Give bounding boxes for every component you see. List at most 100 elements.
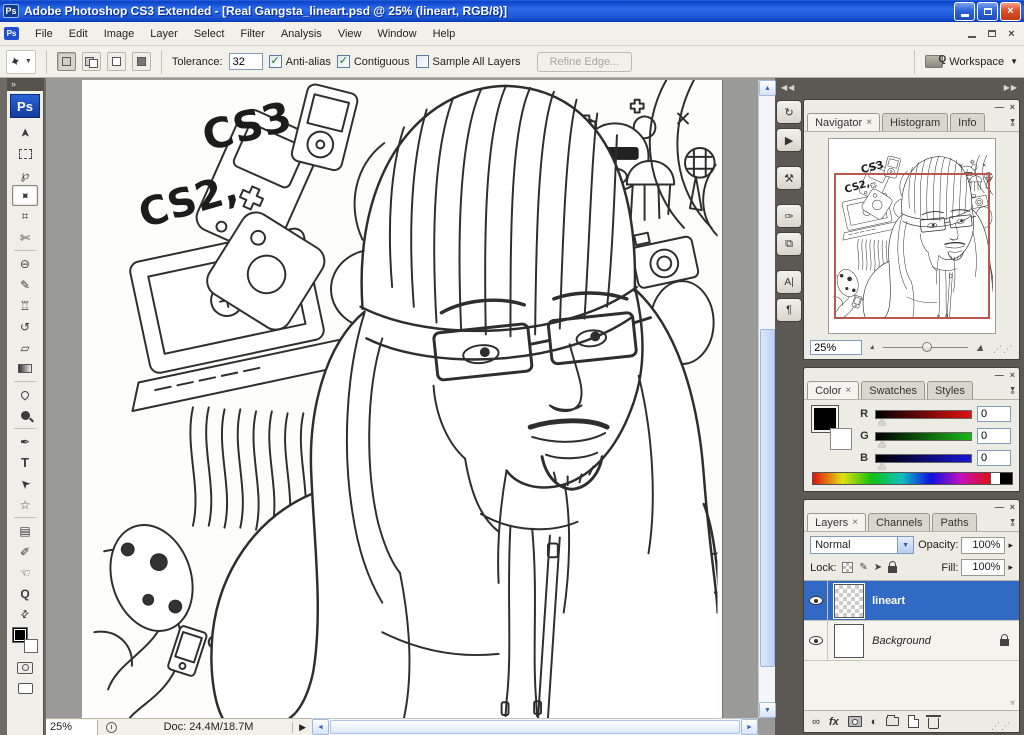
- layer-thumbnail[interactable]: [834, 624, 864, 658]
- doc-minimize-button[interactable]: [963, 26, 980, 41]
- tab-navigator[interactable]: Navigator×: [807, 113, 880, 131]
- contiguous-checkbox[interactable]: ✓: [337, 55, 350, 68]
- navigator-view-rectangle[interactable]: [834, 173, 990, 319]
- anti-alias-checkbox[interactable]: ✓: [269, 55, 282, 68]
- swap-colors-button[interactable]: ⇄: [12, 604, 38, 625]
- paragraph-panel-button[interactable]: ¶: [776, 298, 802, 322]
- history-panel-button[interactable]: ↻: [776, 100, 802, 124]
- status-flyout-arrow[interactable]: ▶: [292, 722, 312, 733]
- path-selection-tool[interactable]: ➤: [12, 473, 38, 494]
- color-background-swatch[interactable]: [830, 428, 852, 450]
- menu-file[interactable]: File: [27, 25, 61, 43]
- navigator-zoom-slider[interactable]: [883, 347, 968, 348]
- vertical-scrollbar-thumb[interactable]: [760, 329, 775, 667]
- color-spectrum-ramp[interactable]: [812, 472, 1013, 485]
- custom-shape-tool[interactable]: ☆: [12, 494, 38, 515]
- lock-all-icon[interactable]: [888, 566, 897, 573]
- quick-mask-button[interactable]: [12, 657, 38, 678]
- layer-list-empty-area[interactable]: ▼: [804, 661, 1019, 711]
- healing-brush-tool[interactable]: ⊘: [12, 253, 38, 274]
- blur-tool[interactable]: [12, 384, 38, 405]
- doc-restore-button[interactable]: [983, 26, 1000, 41]
- selection-mode-new-button[interactable]: [57, 52, 76, 71]
- gradient-tool[interactable]: [12, 358, 38, 379]
- tolerance-input[interactable]: [229, 53, 263, 70]
- menu-help[interactable]: Help: [425, 25, 464, 43]
- slice-tool[interactable]: ✄: [12, 227, 38, 248]
- selection-mode-subtract-button[interactable]: [107, 52, 126, 71]
- vertical-scrollbar[interactable]: ▲ ▼: [758, 80, 775, 718]
- red-value-input[interactable]: [977, 406, 1011, 422]
- actions-panel-button[interactable]: ▶: [776, 128, 802, 152]
- add-layer-mask-button[interactable]: [848, 716, 862, 727]
- layer-name[interactable]: Background: [872, 635, 931, 647]
- delete-layer-button[interactable]: [928, 718, 939, 729]
- contiguous-checkbox-row[interactable]: ✓ Contiguous: [337, 55, 410, 68]
- clone-source-panel-button[interactable]: ⧉: [776, 232, 802, 256]
- status-icon[interactable]: [106, 722, 117, 733]
- lock-paint-icon[interactable]: ✎: [859, 562, 867, 573]
- blue-slider-thumb[interactable]: [878, 463, 886, 469]
- anti-alias-checkbox-row[interactable]: ✓ Anti-alias: [269, 55, 331, 68]
- panel-resize-grip[interactable]: ⋰⋰: [991, 721, 1011, 732]
- tab-close-icon[interactable]: ×: [866, 117, 872, 128]
- horizontal-scrollbar[interactable]: ◄ ►: [312, 718, 758, 735]
- new-group-button[interactable]: [886, 717, 899, 726]
- scroll-right-button[interactable]: ►: [741, 719, 758, 735]
- move-tool[interactable]: ➤: [12, 122, 38, 143]
- panel-menu-icon[interactable]: ▼≡: [1009, 120, 1016, 128]
- menu-window[interactable]: Window: [369, 25, 424, 43]
- sample-all-layers-checkbox[interactable]: [416, 55, 429, 68]
- eyedropper-tool[interactable]: ✐: [12, 541, 38, 562]
- pen-tool[interactable]: ✒: [12, 431, 38, 452]
- blue-value-input[interactable]: [977, 450, 1011, 466]
- navigator-zoom-input[interactable]: [810, 340, 862, 355]
- panel-minimize-icon[interactable]: —: [995, 502, 1004, 512]
- doc-close-button[interactable]: ×: [1003, 26, 1020, 41]
- close-button[interactable]: ×: [1000, 2, 1021, 21]
- adjustment-layer-button[interactable]: ◐: [871, 716, 878, 728]
- document-canvas[interactable]: [82, 80, 723, 718]
- scroll-up-button[interactable]: ▲: [759, 80, 776, 96]
- tab-styles[interactable]: Styles: [927, 381, 973, 399]
- blend-mode-dropdown-icon[interactable]: ▼: [897, 537, 913, 553]
- green-value-input[interactable]: [977, 428, 1011, 444]
- menu-layer[interactable]: Layer: [142, 25, 186, 43]
- selection-mode-add-button[interactable]: [82, 52, 101, 71]
- refine-edge-button[interactable]: Refine Edge...: [537, 52, 633, 72]
- dock-collapse-right[interactable]: ▶▶: [1004, 83, 1018, 92]
- layer-row-lineart[interactable]: lineart: [804, 581, 1019, 621]
- tab-close-icon[interactable]: ×: [845, 385, 851, 396]
- tab-histogram[interactable]: Histogram: [882, 113, 948, 131]
- brush-tool[interactable]: ✎: [12, 274, 38, 295]
- minimize-button[interactable]: [954, 2, 975, 21]
- tool-presets-panel-button[interactable]: ⚒: [776, 166, 802, 190]
- lasso-tool[interactable]: ℘: [12, 164, 38, 185]
- scroll-down-button[interactable]: ▼: [759, 702, 776, 718]
- horizontal-scrollbar-thumb[interactable]: [330, 720, 740, 734]
- layer-row-background[interactable]: Background: [804, 621, 1019, 661]
- tab-swatches[interactable]: Swatches: [861, 381, 925, 399]
- menu-edit[interactable]: Edit: [61, 25, 96, 43]
- current-tool-button[interactable]: ✦ ▼: [6, 50, 36, 74]
- status-zoom-field[interactable]: 25%: [46, 720, 98, 735]
- blend-mode-select[interactable]: Normal ▼: [810, 536, 914, 554]
- panel-close-icon[interactable]: ×: [1010, 102, 1015, 112]
- panel-close-icon[interactable]: ×: [1010, 370, 1015, 380]
- panel-close-icon[interactable]: ×: [1010, 502, 1015, 512]
- zoom-in-icon[interactable]: ▲: [974, 342, 987, 354]
- menu-select[interactable]: Select: [186, 25, 233, 43]
- character-panel-button[interactable]: A|: [776, 270, 802, 294]
- eraser-tool[interactable]: ▱: [12, 337, 38, 358]
- opacity-arrow-icon[interactable]: ▸: [1008, 540, 1013, 551]
- panel-minimize-icon[interactable]: —: [995, 102, 1004, 112]
- tab-close-icon[interactable]: ×: [852, 517, 858, 528]
- rectangular-marquee-tool[interactable]: [12, 143, 38, 164]
- zoom-slider-knob[interactable]: [922, 342, 932, 352]
- notes-tool[interactable]: ▤: [12, 520, 38, 541]
- red-slider[interactable]: [875, 410, 972, 419]
- new-layer-button[interactable]: [908, 715, 919, 728]
- hand-tool[interactable]: ☜: [12, 562, 38, 583]
- panel-scroll-down-icon[interactable]: ▼: [1008, 698, 1017, 708]
- panel-menu-icon[interactable]: ▼≡: [1009, 388, 1016, 396]
